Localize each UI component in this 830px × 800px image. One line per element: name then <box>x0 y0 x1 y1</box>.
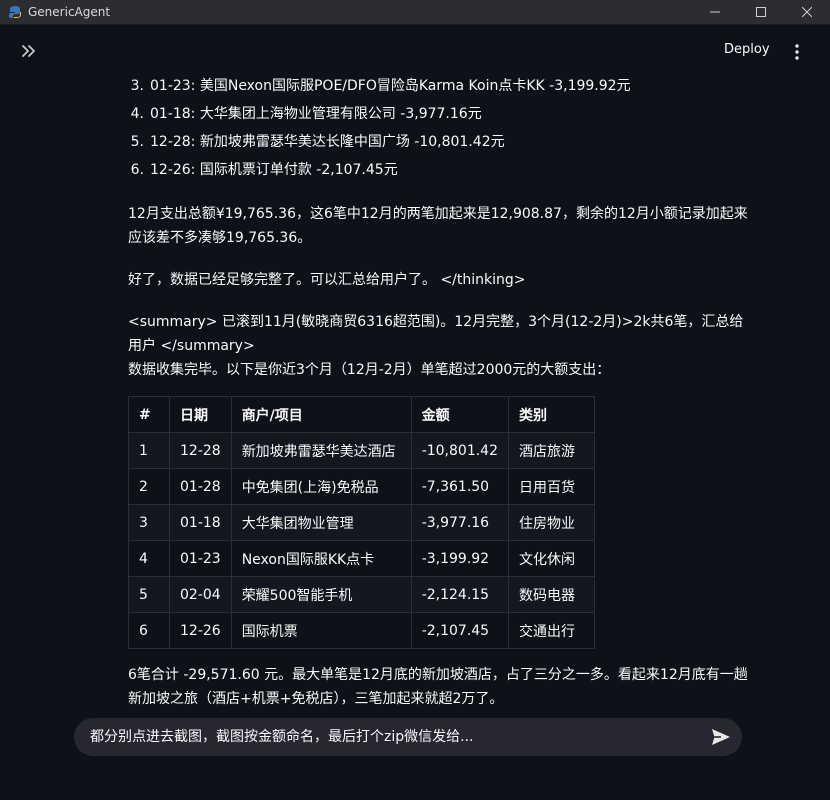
list-number: 5. <box>130 134 144 150</box>
list-text: 01-23: 美国Nexon国际服POE/DFO冒险岛Karma Koin点卡K… <box>150 78 631 94</box>
cell-amount: -3,199.92 <box>410 540 510 577</box>
chat-input[interactable]: 都分别点进去截图，截图按金额命名，最后打个zip微信发给... <box>90 718 690 756</box>
list-item: 5. 12-28: 新加坡弗雷瑟华美达长隆中国广场 -10,801.42元 <box>128 128 748 156</box>
column-header-merchant: 商户/项目 <box>230 396 412 433</box>
window-titlebar: GenericAgent <box>0 0 830 25</box>
cell-merchant: 新加坡弗雷瑟华美达酒店 <box>230 432 412 469</box>
table-row: 1 12-28 新加坡弗雷瑟华美达酒店 -10,801.42 酒店旅游 <box>128 432 595 469</box>
expense-table: # 日期 商户/项目 金额 类别 1 12-28 新加坡弗雷瑟华美达酒店 -10… <box>128 396 595 649</box>
cell-date: 01-18 <box>169 504 232 541</box>
cell-date: 12-26 <box>169 612 232 649</box>
expense-list: 3. 01-23: 美国Nexon国际服POE/DFO冒险岛Karma Koin点… <box>128 72 748 184</box>
cell-date: 01-28 <box>169 468 232 505</box>
cell-date: 01-23 <box>169 540 232 577</box>
deploy-button[interactable]: Deploy <box>724 42 770 57</box>
sidebar-expand-button[interactable] <box>20 42 38 60</box>
cell-index: 4 <box>128 540 170 577</box>
cell-index: 1 <box>128 432 170 469</box>
cell-category: 数码电器 <box>508 576 595 613</box>
close-button[interactable] <box>784 0 830 24</box>
more-vertical-icon[interactable] <box>790 42 804 62</box>
cell-date: 02-04 <box>169 576 232 613</box>
cell-amount: -10,801.42 <box>410 432 510 469</box>
paragraph-december-total: 12月支出总额¥19,765.36，这6笔中12月的两笔加起来是12,908.8… <box>128 206 748 246</box>
cell-index: 3 <box>128 504 170 541</box>
list-number: 6. <box>130 162 144 178</box>
cell-index: 6 <box>128 612 170 649</box>
column-header-amount: 金额 <box>410 396 510 433</box>
list-item: 3. 01-23: 美国Nexon国际服POE/DFO冒险岛Karma Koin点… <box>128 72 748 100</box>
message-body: 3. 01-23: 美国Nexon国际服POE/DFO冒险岛Karma Koin点… <box>128 72 748 711</box>
cell-amount: -3,977.16 <box>410 504 510 541</box>
list-number: 4. <box>130 106 144 122</box>
list-item: 6. 12-26: 国际机票订单付款 -2,107.45元 <box>128 156 748 184</box>
send-icon[interactable] <box>710 727 732 747</box>
table-row: 2 01-28 中免集团(上海)免税品 -7,361.50 日用百货 <box>128 468 595 505</box>
sidebar-expand-icon <box>22 45 35 57</box>
paragraph-summary: <summary> 已滚到11月(敏晓商贸6316超范围)。12月完整，3个月(… <box>128 314 744 354</box>
cell-amount: -2,124.15 <box>410 576 510 613</box>
cell-category: 住房物业 <box>508 504 595 541</box>
cell-category: 文化休闲 <box>508 540 595 577</box>
maximize-icon <box>756 7 766 17</box>
chat-transcript[interactable]: 3. 01-23: 美国Nexon国际服POE/DFO冒险岛Karma Koin点… <box>0 72 830 718</box>
table-row: 5 02-04 荣耀500智能手机 -2,124.15 数码电器 <box>128 576 595 613</box>
table-header-row: # 日期 商户/项目 金额 类别 <box>128 396 595 433</box>
cell-category: 日用百货 <box>508 468 595 505</box>
column-header-date: 日期 <box>169 396 232 433</box>
cell-merchant: 中免集团(上海)免税品 <box>230 468 412 505</box>
list-item: 4. 01-18: 大华集团上海物业管理有限公司 -3,977.16元 <box>128 100 748 128</box>
cell-amount: -7,361.50 <box>410 468 510 505</box>
paragraph-intro: 数据收集完毕。以下是你近3个月（12月-2月）单笔超过2000元的大额支出： <box>128 362 611 378</box>
cell-index: 5 <box>128 576 170 613</box>
table-row: 6 12-26 国际机票 -2,107.45 交通出行 <box>128 612 595 649</box>
chat-input-container[interactable]: 都分别点进去截图，截图按金额命名，最后打个zip微信发给... <box>74 718 742 756</box>
list-number: 3. <box>130 78 144 94</box>
list-text: 12-28: 新加坡弗雷瑟华美达长隆中国广场 -10,801.42元 <box>150 134 505 150</box>
app-icon <box>9 6 21 18</box>
minimize-icon <box>710 11 720 13</box>
list-text: 12-26: 国际机票订单付款 -2,107.45元 <box>150 162 398 178</box>
list-text: 01-18: 大华集团上海物业管理有限公司 -3,977.16元 <box>150 106 482 122</box>
cell-date: 12-28 <box>169 432 232 469</box>
cell-merchant: 荣耀500智能手机 <box>230 576 412 613</box>
paragraph-thinking-end: 好了，数据已经足够完整了。可以汇总给用户了。 </thinking> <box>128 272 526 288</box>
cell-category: 酒店旅游 <box>508 432 595 469</box>
cell-amount: -2,107.45 <box>410 612 510 649</box>
table-row: 4 01-23 Nexon国际服KK点卡 -3,199.92 文化休闲 <box>128 540 595 577</box>
cell-merchant: Nexon国际服KK点卡 <box>230 540 412 577</box>
cell-index: 2 <box>128 468 170 505</box>
window-title: GenericAgent <box>28 5 111 19</box>
column-header-index: # <box>128 396 170 433</box>
cell-merchant: 国际机票 <box>230 612 412 649</box>
close-icon <box>802 7 812 17</box>
cell-merchant: 大华集团物业管理 <box>230 504 412 541</box>
column-header-category: 类别 <box>508 396 595 433</box>
minimize-button[interactable] <box>692 0 738 24</box>
cell-category: 交通出行 <box>508 612 595 649</box>
paragraph-conclusion: 6笔合计 -29,571.60 元。最大单笔是12月底的新加坡酒店，占了三分之一… <box>128 667 748 707</box>
table-row: 3 01-18 大华集团物业管理 -3,977.16 住房物业 <box>128 504 595 541</box>
maximize-button[interactable] <box>738 0 784 24</box>
